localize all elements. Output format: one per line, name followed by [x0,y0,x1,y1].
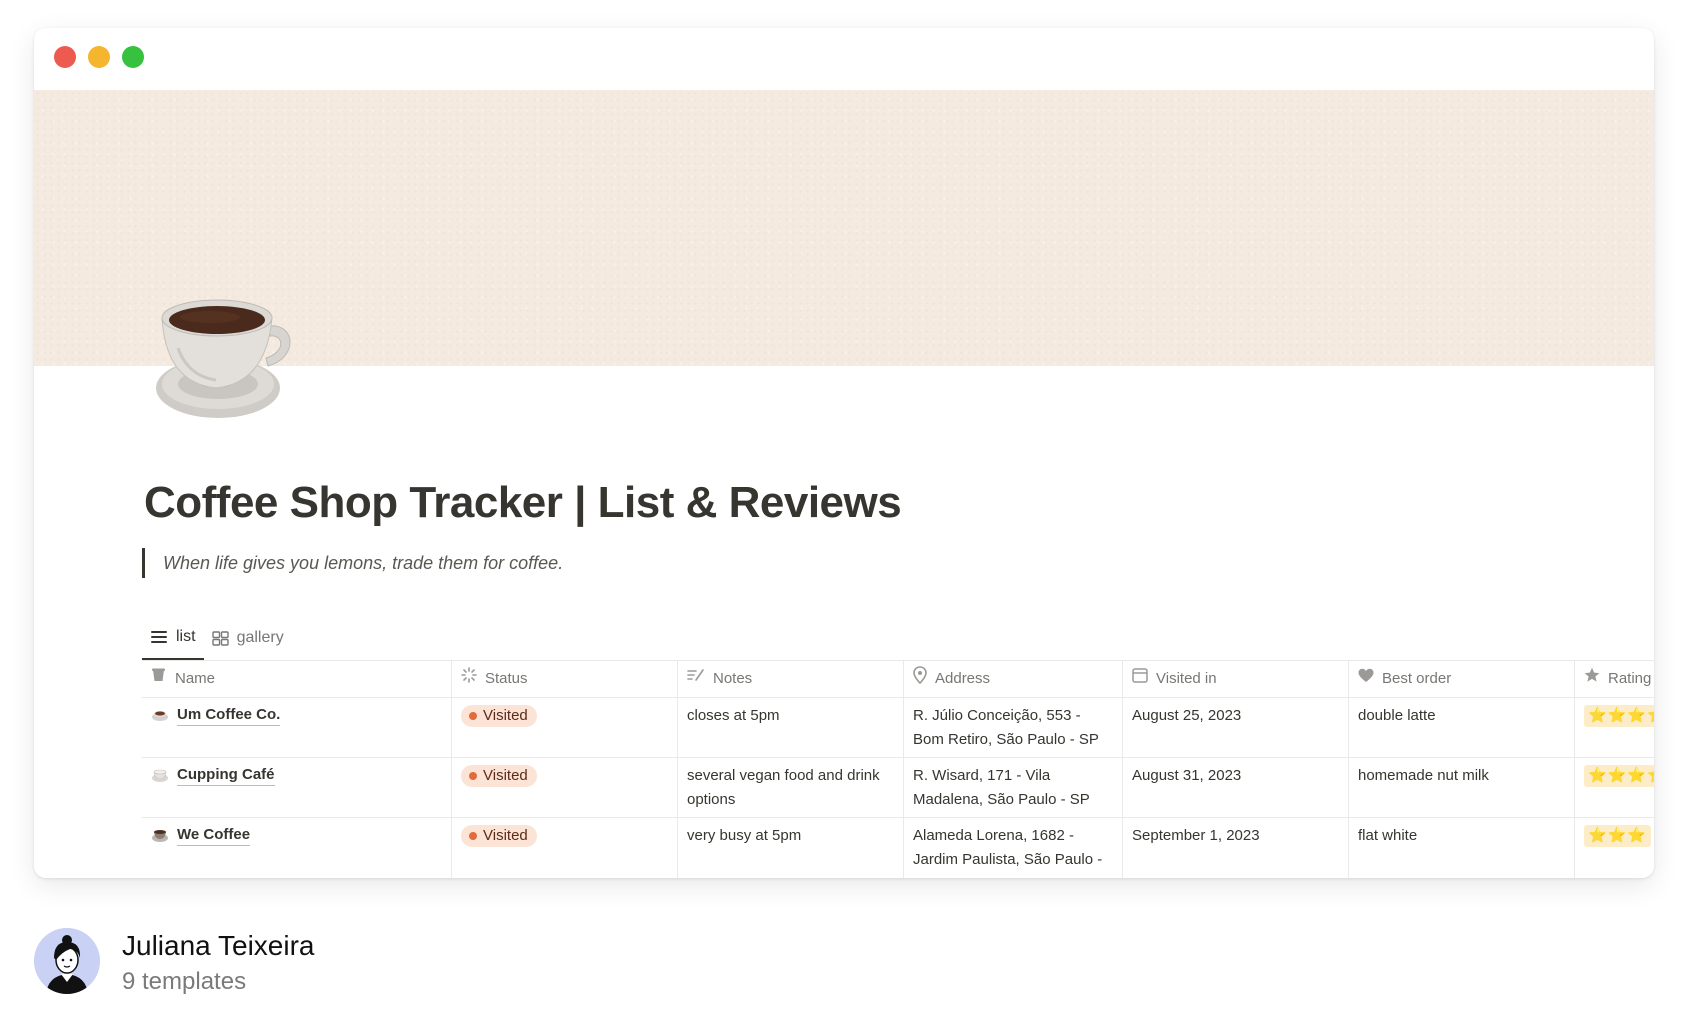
app-window: Coffee Shop Tracker | List & Reviews Whe… [34,28,1654,878]
row-visited-cell[interactable]: September 1, 2023 [1123,818,1349,878]
list-icon [150,630,168,644]
avatar[interactable] [34,928,100,994]
row-best-order-cell[interactable]: flat white [1349,818,1575,878]
page-title[interactable]: Coffee Shop Tracker | List & Reviews [144,478,902,528]
tab-gallery-label: gallery [236,629,284,646]
row-name-cell[interactable]: We Coffee [142,818,452,878]
tab-list-label: list [176,628,196,645]
coffee-cup-icon [151,766,169,784]
row-name-cell[interactable]: Um Coffee Co. [142,698,452,757]
notes-icon [687,667,705,691]
status-spinner-icon [461,667,477,691]
row-notes-cell[interactable]: very busy at 5pm [678,818,904,878]
heart-icon [1358,667,1374,691]
row-rating-cell[interactable]: ⭐⭐⭐⭐⭐ [1575,758,1654,817]
row-name-cell[interactable]: Cupping Café [142,758,452,817]
row-name-link[interactable]: Um Coffee Co. [177,704,281,726]
author-name[interactable]: Juliana Teixeira [122,930,315,962]
column-header-name-label: Name [175,670,216,687]
column-header-rating-label: Rating [1608,670,1652,687]
column-header-name[interactable]: Name [142,661,452,697]
table-row[interactable]: Um Coffee Co. Visited closes at 5pm R. J… [142,698,1654,758]
maximize-window-button[interactable] [122,46,144,68]
author-card[interactable]: Juliana Teixeira 9 templates [34,928,734,1028]
page-quote[interactable]: When life gives you lemons, trade them f… [142,548,563,578]
view-tabs: list gallery [142,616,292,660]
column-header-visited[interactable]: Visited in [1123,661,1349,697]
coffee-shop-table: Name Status Notes Address Visited in Bes… [142,660,1654,878]
minimize-window-button[interactable] [88,46,110,68]
coffee-cup-icon[interactable] [148,288,298,428]
column-header-best-order[interactable]: Best order [1349,661,1575,697]
rating-badge[interactable]: ⭐⭐⭐ [1584,825,1652,847]
row-name-link[interactable]: Cupping Café [177,764,275,786]
row-name-link[interactable]: We Coffee [177,824,251,846]
column-header-status-label: Status [485,670,528,687]
status-label: Visited [483,827,528,844]
column-header-status[interactable]: Status [452,661,678,697]
calendar-icon [1132,667,1148,691]
row-visited-cell[interactable]: August 31, 2023 [1123,758,1349,817]
row-rating-cell[interactable]: ⭐⭐⭐⭐⭐ [1575,698,1654,757]
status-label: Visited [483,767,528,784]
table-row[interactable]: We Coffee Visited very busy at 5pm Alame… [142,818,1654,878]
coffee-cup-icon [151,706,169,724]
status-badge[interactable]: Visited [461,825,537,847]
status-dot [469,772,477,780]
rating-badge[interactable]: ⭐⭐⭐⭐⭐ [1584,765,1654,787]
row-notes-cell[interactable]: several vegan food and drink options [678,758,904,817]
status-dot [469,712,477,720]
row-status-cell[interactable]: Visited [452,758,678,817]
status-badge[interactable]: Visited [461,705,537,727]
tab-list[interactable]: list [142,616,204,660]
title-bar [34,28,1654,90]
row-rating-cell[interactable]: ⭐⭐⭐ [1575,818,1654,878]
row-status-cell[interactable]: Visited [452,698,678,757]
column-header-notes[interactable]: Notes [678,661,904,697]
status-dot [469,832,477,840]
gallery-icon [211,630,229,646]
star-icon [1584,667,1600,691]
tab-gallery[interactable]: gallery [204,616,292,660]
close-window-button[interactable] [54,46,76,68]
table-row[interactable]: Cupping Café Visited several vegan food … [142,758,1654,818]
location-pin-icon [913,666,927,692]
column-header-visited-label: Visited in [1156,670,1217,687]
row-address-cell[interactable]: R. Júlio Conceição, 553 - Bom Retiro, Sã… [904,698,1123,757]
column-header-notes-label: Notes [713,670,753,687]
status-badge[interactable]: Visited [461,765,537,787]
coffee-cup-icon [151,826,169,844]
row-best-order-cell[interactable]: homemade nut milk [1349,758,1575,817]
column-header-rating[interactable]: Rating [1575,661,1654,697]
cup-icon [151,667,167,691]
column-header-address-label: Address [935,670,991,687]
row-address-cell[interactable]: Alameda Lorena, 1682 - Jardim Paulista, … [904,818,1123,878]
status-label: Visited [483,707,528,724]
row-notes-cell[interactable]: closes at 5pm [678,698,904,757]
table-header: Name Status Notes Address Visited in Bes… [142,660,1654,698]
row-best-order-cell[interactable]: double latte [1349,698,1575,757]
row-address-cell[interactable]: R. Wisard, 171 - Vila Madalena, São Paul… [904,758,1123,817]
column-header-address[interactable]: Address [904,661,1123,697]
column-header-best-order-label: Best order [1382,670,1452,687]
row-status-cell[interactable]: Visited [452,818,678,878]
row-visited-cell[interactable]: August 25, 2023 [1123,698,1349,757]
rating-badge[interactable]: ⭐⭐⭐⭐⭐ [1584,705,1654,727]
author-template-count: 9 templates [122,968,247,995]
